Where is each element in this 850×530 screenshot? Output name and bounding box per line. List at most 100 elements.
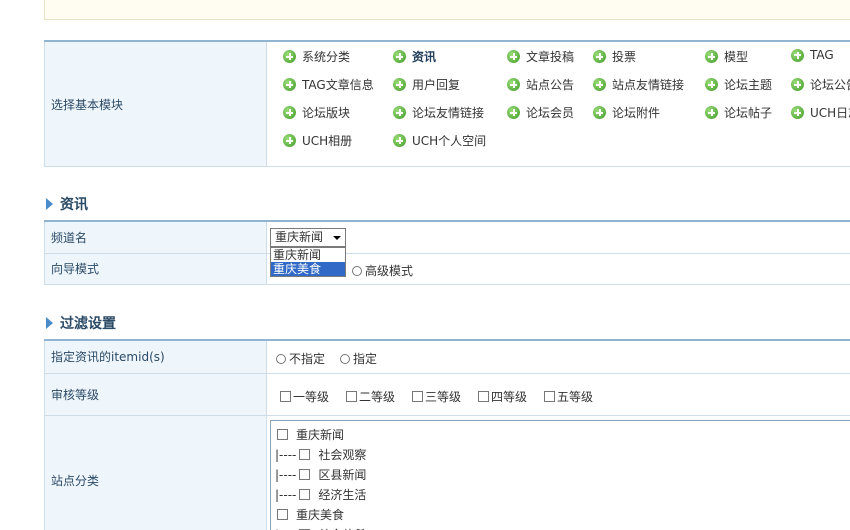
module-item-label: TAG文章信息 — [302, 78, 374, 92]
itemid-label: 指定资讯的itemid(s) — [44, 339, 267, 374]
section-news-header: 资讯 — [46, 194, 88, 214]
category-node[interactable]: |---- 区县新闻 — [275, 466, 366, 483]
category-checkbox[interactable] — [299, 449, 311, 460]
module-item[interactable]: UCH个人空间 — [393, 132, 486, 149]
audit-level-checkbox[interactable] — [544, 391, 555, 402]
itemid-none-radio[interactable] — [276, 353, 286, 364]
category-label: 站点分类 — [44, 414, 267, 530]
module-item[interactable]: TAG文章信息 — [283, 76, 374, 93]
module-item-label: 论坛公告 — [810, 78, 850, 92]
module-item-label: 论坛会员 — [526, 106, 575, 120]
category-checkbox[interactable] — [277, 509, 288, 520]
module-item[interactable]: 论坛主题 — [705, 76, 772, 93]
itemid-specify-label: 指定 — [353, 352, 378, 366]
category-node[interactable]: 重庆美食 — [277, 506, 344, 523]
itemid-none-option[interactable]: 不指定 — [276, 350, 325, 367]
channel-option-highlighted[interactable]: 重庆美食 — [271, 262, 345, 276]
audit-level-label: 二等级 — [359, 390, 396, 404]
audit-level-option[interactable]: 五等级 — [544, 388, 593, 405]
add-icon — [593, 50, 606, 63]
add-icon — [705, 50, 718, 63]
category-checkbox[interactable] — [277, 429, 288, 440]
add-icon — [507, 50, 520, 63]
module-item-label: 投票 — [612, 50, 637, 64]
add-icon — [393, 106, 406, 119]
category-checkbox[interactable] — [299, 489, 311, 500]
module-item[interactable]: 站点公告 — [507, 76, 574, 93]
add-icon — [705, 78, 718, 91]
audit-level-checkbox[interactable] — [346, 391, 357, 402]
category-label: 美食佳肴 — [318, 526, 366, 530]
module-item[interactable]: 站点友情链接 — [593, 76, 684, 93]
tree-indent: |---- — [275, 467, 297, 482]
module-item-label: 论坛版块 — [302, 106, 351, 120]
wizard-advanced-option[interactable]: 高级模式 — [352, 262, 413, 279]
module-item-label: 系统分类 — [302, 50, 351, 64]
module-item[interactable]: 论坛版块 — [283, 104, 350, 121]
module-item-label: 文章投稿 — [526, 50, 575, 64]
audit-label: 审核等级 — [44, 372, 267, 416]
module-item-label: 站点友情链接 — [612, 78, 685, 92]
category-node[interactable]: |---- 经济生活 — [275, 486, 366, 503]
module-item-label: 模型 — [724, 50, 749, 64]
module-item[interactable]: 文章投稿 — [507, 48, 574, 65]
category-node[interactable]: |----美食佳肴 — [275, 526, 366, 530]
triangle-icon — [46, 317, 53, 329]
module-item-label: 站点公告 — [526, 78, 575, 92]
module-item[interactable]: 论坛帖子 — [705, 104, 772, 121]
channel-dropdown[interactable]: 重庆新闻 重庆美食 — [270, 247, 346, 277]
add-icon — [283, 106, 296, 119]
module-item-label: 论坛主题 — [724, 78, 773, 92]
module-item[interactable]: 论坛会员 — [507, 104, 574, 121]
channel-option[interactable]: 重庆新闻 — [271, 248, 345, 262]
itemid-specify-option[interactable]: 指定 — [340, 350, 377, 367]
audit-level-option[interactable]: 四等级 — [478, 388, 527, 405]
audit-level-option[interactable]: 二等级 — [346, 388, 395, 405]
module-item-label: 资讯 — [412, 50, 437, 64]
channel-select[interactable]: 重庆新闻 — [270, 228, 346, 247]
module-item[interactable]: 系统分类 — [283, 48, 350, 65]
audit-level-checkbox[interactable] — [478, 391, 489, 402]
wizard-label: 向导模式 — [44, 252, 267, 285]
add-icon — [393, 134, 406, 147]
category-label: 区县新闻 — [318, 468, 367, 482]
channel-label: 频道名 — [44, 220, 267, 254]
category-tree[interactable]: 重庆新闻 |---- 社会观察 |---- 区县新闻 |---- 经济生活重庆美食 |----… — [270, 420, 850, 530]
category-label: 经济生活 — [318, 488, 367, 502]
audit-level-checkbox[interactable] — [280, 391, 291, 402]
module-item[interactable]: 模型 — [705, 48, 748, 65]
triangle-icon — [46, 198, 53, 210]
module-label: 选择基本模块 — [44, 40, 267, 167]
module-item-label: TAG — [810, 48, 834, 62]
module-item[interactable]: 资讯 — [393, 48, 436, 65]
module-item-label: 论坛附件 — [612, 106, 661, 120]
audit-level-option[interactable]: 三等级 — [412, 388, 461, 405]
module-item[interactable]: 论坛友情链接 — [393, 104, 484, 121]
module-item[interactable]: 投票 — [593, 48, 636, 65]
news-table: 频道名 向导模式 — [44, 220, 850, 285]
add-icon — [283, 50, 296, 63]
category-node[interactable]: |---- 社会观察 — [275, 446, 366, 463]
module-item[interactable]: 论坛附件 — [593, 104, 660, 121]
itemid-specify-radio[interactable] — [340, 353, 350, 364]
module-cell: 系统分类 资讯 文章投稿 投票 模型 TAG TAG文章信息 用户回复 站点公告 站点友情链接 论坛… — [266, 40, 850, 167]
audit-level-label: 五等级 — [557, 390, 594, 404]
module-grid: 系统分类 资讯 文章投稿 投票 模型 TAG TAG文章信息 用户回复 站点公告 站点友情链接 论坛… — [273, 42, 850, 166]
advanced-mode-radio[interactable] — [352, 265, 362, 276]
section-filter-header: 过滤设置 — [46, 313, 116, 333]
add-icon — [283, 134, 296, 147]
audit-level-option[interactable]: 一等级 — [280, 388, 329, 405]
category-node[interactable]: 重庆新闻 — [277, 426, 344, 443]
module-item-label: UCH相册 — [302, 134, 353, 148]
audit-level-checkbox[interactable] — [412, 391, 423, 402]
itemid-none-label: 不指定 — [289, 352, 326, 366]
category-label: 重庆新闻 — [296, 428, 345, 442]
module-item[interactable]: 论坛公告 — [791, 76, 850, 93]
category-checkbox[interactable] — [299, 469, 311, 480]
tree-indent: |---- — [275, 447, 297, 462]
module-item-label: UCH日志 — [810, 106, 850, 120]
module-item[interactable]: 用户回复 — [393, 76, 460, 93]
module-item[interactable]: UCH相册 — [283, 132, 352, 149]
module-item[interactable]: TAG — [791, 48, 834, 62]
module-item[interactable]: UCH日志 — [791, 104, 850, 121]
